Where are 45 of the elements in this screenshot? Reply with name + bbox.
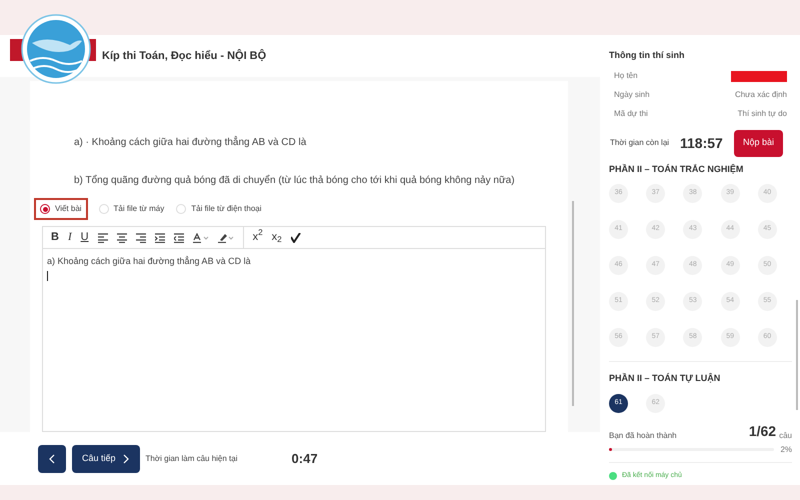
underline-button[interactable]: U <box>80 230 89 246</box>
section-heading: PHẦN II – TOÁN TRẮC NGHIỆM <box>609 162 744 176</box>
italic-button[interactable]: I <box>68 230 72 246</box>
section-heading: PHẦN II – TOÁN TỰ LUẬN <box>609 361 792 386</box>
answer-mode-option[interactable]: Tải file từ máy <box>98 198 166 220</box>
question-text: a) · Khoảng cách giữa hai đường thẳng AB và CD là <box>74 135 308 150</box>
info-value: Thí sinh tự do <box>738 108 787 120</box>
submit-button[interactable]: Nộp bài <box>734 130 784 156</box>
progress-count: 1/62 <box>748 422 776 440</box>
question-timer: 0:47 <box>292 450 318 468</box>
time-left-value: 118:57 <box>680 134 724 152</box>
superscript-button[interactable]: x$^{2}$ <box>252 230 263 246</box>
align-left-icon <box>98 232 108 242</box>
scrollbar[interactable] <box>572 201 574 406</box>
info-label: Họ tên <box>614 70 638 82</box>
answer-mode-option[interactable]: Tải file từ điện thoại <box>175 198 263 220</box>
question-text: b) Tổng quãng đường quả bóng đã di chuyển (từ lúc thả bóng cho tới khi quả bóng không nảy nữa) <box>74 174 516 188</box>
exam-title: Kíp thi Toán, Đọc hiểu - NỘI BỘ <box>102 48 266 64</box>
info-label: Mã dự thi <box>614 108 648 120</box>
outdent-icon <box>174 232 184 242</box>
chevron-left-icon <box>48 454 56 464</box>
timer-label: Thời gian làm câu hiện tại <box>146 452 238 464</box>
text-cursor <box>47 270 48 280</box>
answer-mode-option[interactable]: Viết bài <box>34 198 88 220</box>
next-question-button[interactable]: Câu tiếp <box>72 444 140 472</box>
progress-percent: 2% <box>780 444 792 456</box>
align-center-icon <box>116 232 127 242</box>
highlighter-icon <box>218 232 234 242</box>
chevron-right-icon <box>122 454 130 464</box>
bold-button[interactable]: B <box>51 230 59 246</box>
info-value: Chưa xác định <box>734 89 787 101</box>
previous-button[interactable] <box>38 444 66 472</box>
scrollbar[interactable] <box>796 300 798 410</box>
info-label: Ngày sinh <box>614 89 650 101</box>
time-left-label: Thời gian còn lại <box>610 137 670 149</box>
text-color-icon <box>192 232 209 242</box>
progress-unit: câu <box>779 430 792 442</box>
align-right-icon <box>136 232 146 242</box>
subscript-button[interactable]: x$_{2}$ <box>272 230 282 246</box>
radio-button[interactable] <box>40 204 50 214</box>
indent-icon <box>154 232 165 242</box>
section-title: Thông tin thí sinh <box>609 49 686 62</box>
checkmark-icon <box>290 232 301 242</box>
editor-text: a) Khoảng cách giữa hai đường thẳng AB và CD là <box>47 255 252 268</box>
progress-label: Bạn đã hoàn thành <box>609 430 677 442</box>
